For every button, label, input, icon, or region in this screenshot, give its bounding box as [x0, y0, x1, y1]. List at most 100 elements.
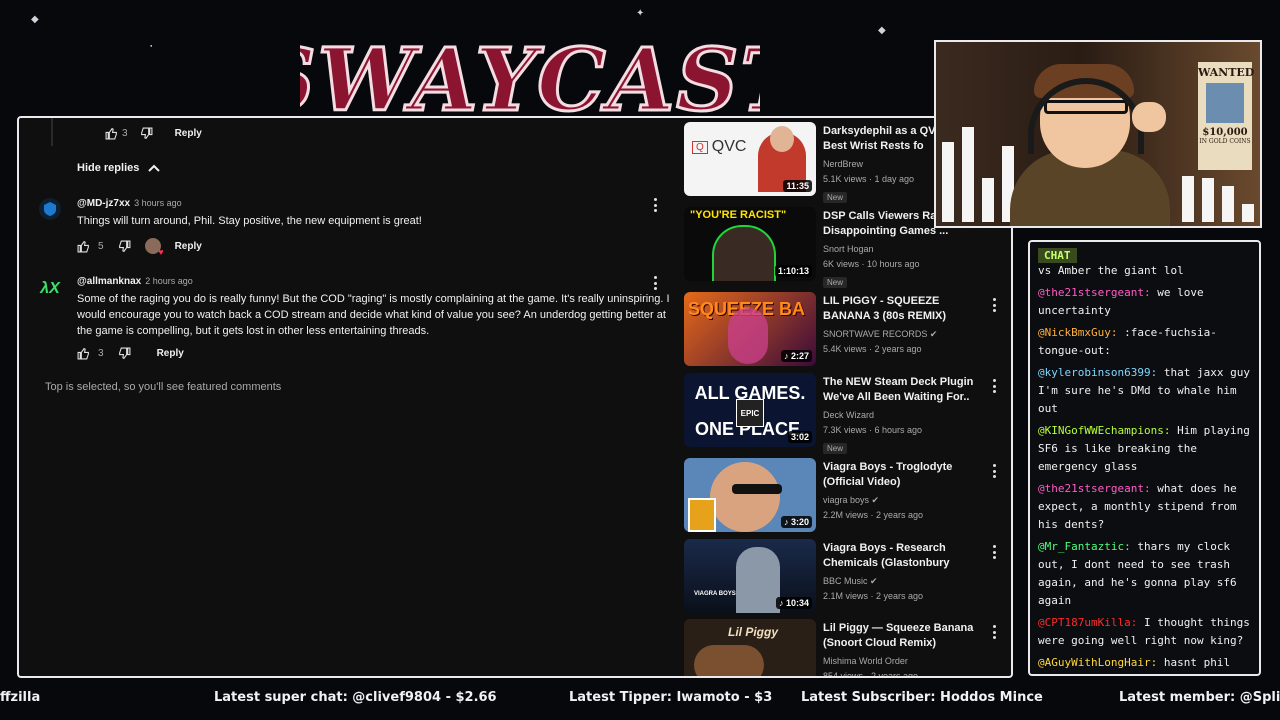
thread-line [51, 118, 53, 146]
comments-section: 3 Reply Hide replies @MD-jz7xx 3 hours ag… [19, 118, 679, 676]
thumbs-up-icon [105, 127, 117, 140]
poster-reward: $10,000 [1202, 127, 1248, 138]
video-thumbnail[interactable]: SQUEEZE BA ♪ 2:27 [684, 292, 816, 366]
thumbnail-person [714, 227, 774, 281]
comment-author[interactable]: @MD-jz7xx [77, 198, 130, 209]
video-menu-icon[interactable] [992, 379, 996, 393]
music-note-icon: ♪ [778, 598, 784, 608]
video-menu-icon[interactable] [992, 464, 996, 478]
new-badge: New [823, 192, 848, 203]
video-channel[interactable]: viagra boys ✔ [823, 493, 978, 508]
video-title[interactable]: LIL PIGGY - SQUEEZE BANANA 3 (80s REMIX) [823, 294, 978, 324]
thumbs-down-icon[interactable] [140, 127, 153, 140]
chat-username[interactable]: @the21stsergeant: [1038, 482, 1151, 495]
video-views-time: 5.4K views · 2 years ago [823, 344, 922, 354]
thumbnail-guitar [694, 645, 764, 676]
chat-text: vs Amber the giant lol [1038, 264, 1184, 277]
video-channel[interactable]: BBC Music ✔ [823, 574, 978, 589]
related-video-item[interactable]: SQUEEZE BA ♪ 2:27 LIL PIGGY - SQUEEZE BA… [682, 290, 1011, 368]
chat-username[interactable]: @AGuyWithLongHair: [1038, 656, 1157, 669]
video-channel[interactable]: Deck Wizard [823, 408, 978, 423]
thumbnail-figure [728, 308, 768, 364]
video-channel[interactable]: SNORTWAVE RECORDS ✔ [823, 327, 978, 342]
chat-username[interactable]: @CPT187umKilla: [1038, 616, 1137, 629]
streamer-webcam-panel: WANTED $10,000 IN GOLD COINS [934, 40, 1262, 228]
visualizer-bar [962, 127, 974, 222]
video-title[interactable]: The NEW Steam Deck Plugin We've All Been… [823, 375, 978, 405]
chat-message: @NickBmxGuy: :face-fuchsia-tongue-out: [1038, 324, 1256, 360]
video-thumbnail[interactable]: ♪ 3:20 [684, 458, 816, 532]
comment-actions-row: 5 ♥ Reply [77, 238, 208, 257]
video-title[interactable]: Lil Piggy — Squeeze Banana (Snoort Cloud… [823, 621, 978, 651]
featured-comments-note: Top is selected, so you'll see featured … [45, 381, 282, 393]
ticker-item: Latest Tipper: Iwamoto - $3 [569, 690, 773, 705]
video-thumbnail[interactable]: Q QVC 11:35 [684, 122, 816, 196]
chat-label: CHAT [1038, 248, 1077, 263]
qvc-logo: Q QVC [692, 138, 746, 156]
visualizer-bar [942, 142, 954, 222]
video-thumbnail[interactable]: Lil Piggy [684, 619, 816, 676]
related-video-item[interactable]: Lil Piggy Lil Piggy — Squeeze Banana (Sn… [682, 617, 1011, 676]
hide-replies-button[interactable]: Hide replies [77, 162, 161, 174]
visualizer-bar [982, 178, 994, 222]
chat-username[interactable]: @KINGofWWEchampions: [1038, 424, 1170, 437]
comment-menu-icon[interactable] [653, 276, 657, 290]
comment-time[interactable]: 2 hours ago [145, 276, 193, 286]
background-star: ● [150, 43, 153, 48]
video-channel[interactable]: Mishima World Order [823, 654, 978, 669]
reply-button[interactable]: Reply [169, 126, 208, 141]
video-title[interactable]: Viagra Boys - Troglodyte (Official Video… [823, 460, 978, 490]
like-button[interactable]: 3 [105, 127, 128, 140]
reply-button[interactable]: Reply [151, 346, 190, 361]
video-duration: 1:10:13 [774, 265, 812, 277]
thumbs-up-icon[interactable] [77, 240, 90, 253]
related-video-item[interactable]: VIAGRA BOYS ♪ 10:34 Viagra Boys - Resear… [682, 537, 1011, 615]
chevron-up-icon [148, 164, 161, 172]
avatar[interactable]: λX [39, 278, 61, 300]
event-ticker: ffzilla Latest super chat: @clivef9804 -… [0, 688, 1280, 710]
reply-button[interactable]: Reply [169, 239, 208, 254]
video-menu-icon[interactable] [992, 545, 996, 559]
thumbnail-caption: Lil Piggy [728, 625, 779, 639]
like-count: 5 [98, 240, 104, 252]
thumbnail-beer [688, 498, 716, 532]
video-thumbnail[interactable]: VIAGRA BOYS ♪ 10:34 [684, 539, 816, 613]
comment-text: Some of the raging you do is really funn… [77, 293, 670, 337]
chat-username[interactable]: @Mr_Fantaztic: [1038, 540, 1131, 553]
video-views-time: 2.1M views · 2 years ago [823, 591, 924, 601]
video-duration: ♪ 3:20 [780, 516, 812, 528]
shield-icon [44, 202, 56, 216]
ticker-item: Latest Subscriber: Hoddos Mince [801, 690, 1043, 705]
thumbs-down-icon[interactable] [118, 347, 131, 360]
chat-username[interactable]: @kylerobinson6399: [1038, 366, 1157, 379]
chat-username[interactable]: @NickBmxGuy: [1038, 326, 1117, 339]
thumbs-down-icon[interactable] [118, 240, 131, 253]
video-duration: 3:02 [787, 431, 812, 443]
comment-actions-row: 3 Reply [77, 346, 190, 361]
background-star: ◆ [878, 25, 886, 36]
chat-username[interactable]: @the21stsergeant: [1038, 286, 1151, 299]
related-video-item[interactable]: ALL GAMES. ONE PLACE. EPIC 3:02 The NEW … [682, 371, 1011, 454]
background-star: ◆ [31, 14, 39, 25]
related-video-item[interactable]: ♪ 3:20 Viagra Boys - Troglodyte (Officia… [682, 456, 1011, 534]
video-menu-icon[interactable] [992, 298, 996, 312]
video-channel[interactable]: Snort Hogan [823, 242, 978, 257]
chat-message: @KINGofWWEchampions: Him playing SF6 is … [1038, 422, 1256, 476]
poster-sub: IN GOLD COINS [1199, 138, 1251, 145]
ticker-item: Latest member: @Split [1119, 690, 1280, 705]
video-thumbnail[interactable]: ALL GAMES. ONE PLACE. EPIC 3:02 [684, 373, 816, 447]
comment-author[interactable]: @allmanknax [77, 276, 141, 287]
verified-icon: ✔ [871, 495, 880, 505]
video-title[interactable]: Viagra Boys - Research Chemicals (Glasto… [823, 541, 978, 571]
avatar[interactable] [39, 198, 61, 220]
chat-message: @CPT187umKilla: I thought things were go… [1038, 614, 1256, 650]
comment-time[interactable]: 3 hours ago [134, 198, 182, 208]
epic-games-logo: EPIC [736, 399, 764, 427]
video-menu-icon[interactable] [992, 625, 996, 639]
verified-icon: ✔ [870, 576, 878, 586]
video-thumbnail[interactable]: "YOU'RE RACIST" 1:10:13 [684, 207, 816, 281]
thumbs-up-icon[interactable] [77, 347, 90, 360]
comment-menu-icon[interactable] [653, 198, 657, 212]
like-count: 3 [122, 128, 128, 139]
chat-message: @the21stsergeant: we love uncertainty [1038, 284, 1256, 320]
